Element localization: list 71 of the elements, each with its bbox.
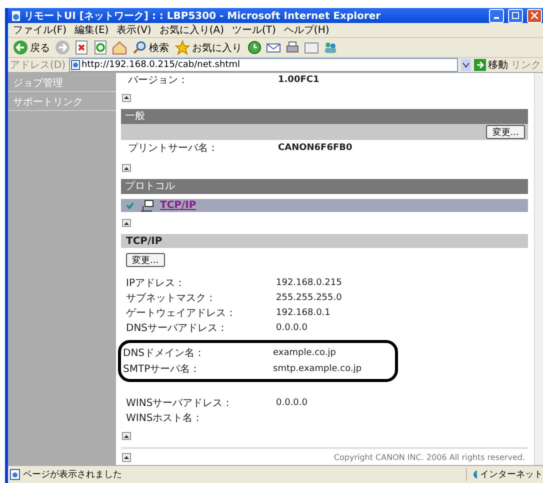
menu-item[interactable]: ヘルプ(H) [284, 23, 330, 37]
network-icon [140, 200, 154, 212]
triangle-icon [124, 222, 129, 225]
scroll-to-top-button[interactable] [122, 452, 131, 462]
field-value: 0.0.0.0 [276, 398, 308, 408]
menu-item[interactable]: 表示(V) [116, 23, 152, 37]
menu-item[interactable]: 編集(E) [74, 23, 109, 37]
scroll-to-top-button[interactable] [122, 164, 131, 172]
address-label: アドレス(D) [10, 59, 66, 72]
maximize-icon [512, 12, 519, 19]
close-button[interactable] [527, 8, 542, 22]
triangle-icon [124, 96, 129, 100]
field-label: WINSサーバアドレス： [126, 396, 234, 410]
address-field[interactable]: http://192.168.0.215/cab/net.shtml [68, 58, 458, 72]
maximize-button[interactable] [508, 8, 523, 22]
back-arrow-icon [13, 40, 28, 55]
field-label: DNSサーバアドレス： [126, 322, 229, 335]
triangle-icon [124, 434, 129, 438]
search-button[interactable]: 検索 [131, 40, 170, 55]
scroll-to-top-button[interactable] [122, 94, 131, 102]
field-value: 0.0.0.0 [276, 322, 308, 333]
menu-item[interactable]: ファイル(F) [13, 23, 67, 37]
triangle-icon [124, 456, 129, 459]
field-value: 192.168.0.1 [276, 308, 332, 318]
field-label: SMTPサーバ名： [123, 363, 202, 376]
history-icon [247, 40, 262, 55]
field-label: WINSホスト名： [126, 412, 204, 425]
go-button[interactable]: 移動 [474, 58, 508, 72]
field-value: example.co.jp [273, 348, 337, 358]
field-label: DNSドメイン名： [123, 347, 206, 360]
field-label: プリントサーバ名： [128, 142, 219, 156]
people-icon [323, 40, 338, 55]
field-value: CANON6F6FB0 [278, 143, 354, 154]
back-button[interactable]: 戻る [12, 40, 51, 55]
printer-icon [285, 40, 300, 55]
page-icon [11, 10, 21, 20]
triangle-icon [124, 166, 129, 170]
favorites-button[interactable]: お気に入り [174, 40, 243, 55]
status-message: ページが表示されました [23, 468, 123, 481]
field-label: ゲートウェイアドレス： [126, 306, 237, 320]
window-title: リモートUI [ネットワーク] : : LBP5300 - Microsoft Internet Explorer [24, 10, 382, 22]
star-icon [175, 40, 190, 55]
stop-icon [74, 40, 89, 55]
copyright-text: Copyright CANON INC. 2006 All rights reserved. [334, 452, 525, 462]
field-value: 1.00FC1 [278, 75, 320, 85]
forward-arrow-icon [55, 40, 70, 55]
field-value: 255.255.255.0 [276, 292, 343, 303]
home-icon [112, 40, 127, 55]
scroll-to-top-button[interactable] [122, 432, 131, 440]
scrollbar[interactable] [534, 73, 543, 465]
close-icon [531, 12, 538, 19]
arrow-right-icon [474, 59, 486, 71]
change-button[interactable]: 変更... [126, 253, 165, 268]
dropdown-icon[interactable] [461, 59, 471, 71]
field-label: サブネットマスク： [126, 292, 217, 305]
minimize-button[interactable] [489, 8, 504, 22]
section-header: プロトコル [121, 178, 528, 194]
search-icon [132, 40, 147, 55]
change-button[interactable]: 変更... [486, 124, 525, 139]
menu-item[interactable]: お気に入り(A) [159, 23, 224, 37]
field-value: 192.168.0.215 [276, 278, 343, 288]
zone-indicator: インターネット [466, 468, 543, 481]
page-icon [10, 469, 20, 480]
subsection-header: TCP/IP [121, 234, 528, 248]
scroll-to-top-button[interactable] [122, 219, 131, 228]
field-label: バージョン： [128, 74, 189, 87]
field-label: IPアドレス： [126, 276, 186, 290]
menu-item[interactable]: ツール(T) [232, 23, 276, 37]
field-value: smtp.example.co.jp [273, 364, 363, 374]
page-icon [70, 60, 80, 70]
section-header: 一般 [121, 108, 528, 124]
